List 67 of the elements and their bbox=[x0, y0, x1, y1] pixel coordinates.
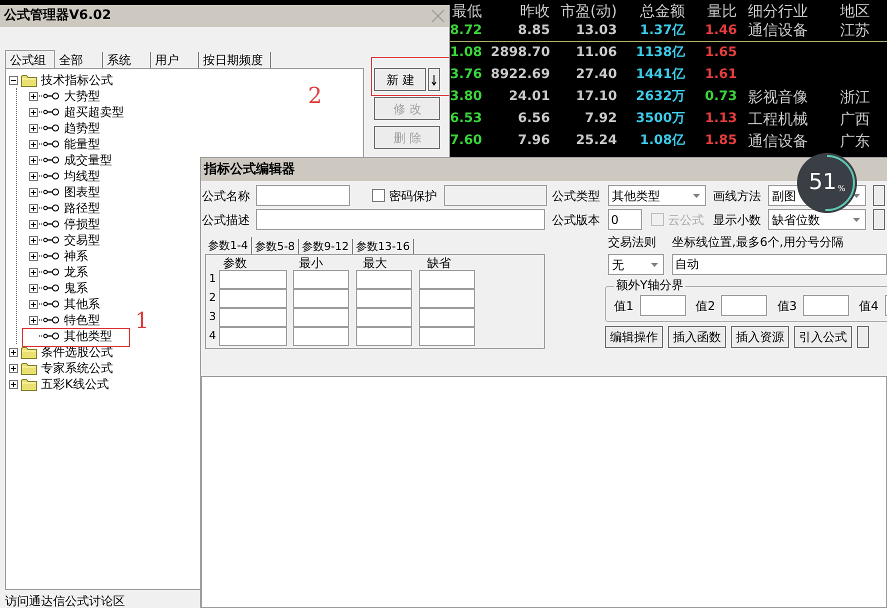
table-cell: 影视音像 bbox=[748, 88, 808, 106]
window-title: 指标公式编辑器 bbox=[204, 160, 295, 179]
annotation-number: 1 bbox=[135, 310, 149, 334]
label: 云公式 bbox=[668, 212, 705, 228]
label: 公式描述 bbox=[202, 212, 251, 228]
table-cell: 广西 bbox=[840, 110, 870, 128]
column-header: 最大 bbox=[362, 256, 388, 270]
table-cell: 25.24 bbox=[576, 133, 617, 148]
table-cell: 浙江 bbox=[840, 88, 870, 106]
table-cell: 广东 bbox=[840, 132, 870, 150]
table-cell: 8.72 bbox=[450, 22, 482, 38]
table-cell: 3.76 bbox=[450, 67, 482, 82]
table-cell: 通信设备 bbox=[748, 21, 808, 40]
label: 值1 bbox=[614, 298, 634, 314]
table-cell: 13.03 bbox=[576, 22, 617, 38]
table-cell: 工程机械 bbox=[748, 110, 808, 128]
table-cell: 11.06 bbox=[576, 45, 617, 60]
table-cell: 6.53 bbox=[450, 111, 482, 126]
label: 坐标线位置,最多6个,用分号分隔 bbox=[672, 234, 844, 250]
label: 公式版本 bbox=[552, 212, 601, 228]
table-cell: 1.65 bbox=[704, 45, 737, 60]
table-cell: 1.08亿 bbox=[640, 133, 685, 148]
table-cell: 1.08 bbox=[450, 45, 482, 60]
table-cell: 17.10 bbox=[576, 89, 617, 104]
table-cell: 1.37亿 bbox=[640, 22, 685, 38]
table-cell: 0.73 bbox=[704, 89, 737, 104]
label: 交易法则 bbox=[608, 234, 657, 250]
table-cell: 1.13 bbox=[704, 111, 737, 126]
table-cell: 3500万 bbox=[636, 111, 685, 126]
column-header: 参数 bbox=[222, 256, 248, 270]
group-title: 额外Y轴分界 bbox=[614, 278, 686, 292]
table-cell: 27.40 bbox=[576, 67, 617, 82]
row-number: 1 bbox=[208, 271, 217, 288]
table-cell: 1.46 bbox=[704, 22, 737, 38]
table-cell: 7.60 bbox=[450, 133, 482, 148]
table-cell: 江苏 bbox=[840, 21, 870, 40]
table-cell: 7.96 bbox=[518, 133, 550, 148]
percent-unit: % bbox=[838, 184, 846, 194]
window-title: 公式管理器V6.02 bbox=[4, 7, 112, 26]
table-cell: 1441亿 bbox=[636, 67, 685, 82]
label: 值2 bbox=[696, 298, 716, 314]
table-cell: 6.56 bbox=[518, 111, 550, 126]
row-number: 3 bbox=[208, 309, 217, 326]
row-number: 2 bbox=[208, 290, 217, 306]
table-cell: 8922.69 bbox=[490, 67, 550, 82]
table-cell: 24.01 bbox=[508, 89, 550, 104]
label: 公式类型 bbox=[552, 188, 601, 204]
table-cell: 8.85 bbox=[518, 22, 550, 38]
column-header: 缺省 bbox=[426, 256, 452, 270]
table-cell: 1.61 bbox=[704, 67, 737, 82]
table-cell: 7.92 bbox=[584, 111, 617, 126]
label: 显示小数 bbox=[713, 212, 762, 228]
table-cell: 1138亿 bbox=[636, 45, 685, 60]
table-cell: 1.85 bbox=[704, 133, 737, 148]
annotation-number: 2 bbox=[308, 85, 322, 109]
table-cell: 2632万 bbox=[636, 89, 685, 104]
label: 值4 bbox=[858, 298, 879, 314]
table-cell: 2898.70 bbox=[490, 45, 550, 60]
column-header: 最小 bbox=[298, 256, 324, 270]
table-cell: 通信设备 bbox=[748, 132, 808, 150]
label: 公式名称 bbox=[202, 188, 251, 204]
label: 密码保护 bbox=[389, 188, 438, 204]
row-number: 4 bbox=[208, 328, 217, 344]
label: 画线方法 bbox=[713, 188, 762, 204]
percent-value: 51 bbox=[808, 172, 837, 194]
label: 值3 bbox=[777, 298, 797, 314]
table-cell: 3.80 bbox=[450, 89, 482, 104]
